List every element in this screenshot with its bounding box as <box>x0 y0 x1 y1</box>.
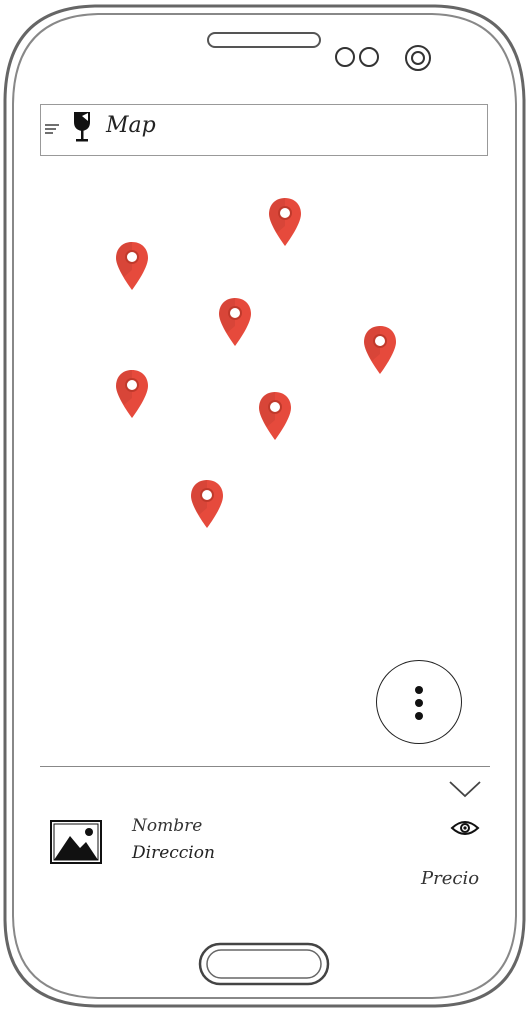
eye-icon[interactable] <box>450 818 480 838</box>
place-name: Nombre <box>132 816 203 836</box>
map-pin-icon[interactable] <box>257 390 293 442</box>
wine-glass-icon <box>74 112 90 142</box>
hamburger-menu-icon[interactable] <box>44 122 60 136</box>
map-pin-icon[interactable] <box>114 240 150 292</box>
place-address: Direccion <box>132 843 215 863</box>
sensor-icon <box>335 47 379 67</box>
speaker-grille <box>207 32 321 48</box>
map-pin-icon[interactable] <box>217 296 253 348</box>
panel-divider <box>40 766 490 767</box>
image-placeholder-icon <box>50 820 102 864</box>
place-price: Precio <box>421 868 480 889</box>
page-title: Map <box>106 113 156 138</box>
map-pin-icon[interactable] <box>267 196 303 248</box>
home-button[interactable] <box>198 942 330 986</box>
camera-icon <box>405 45 431 71</box>
map-pin-icon[interactable] <box>362 324 398 376</box>
chevron-down-icon[interactable] <box>448 778 482 800</box>
map-pin-icon[interactable] <box>114 368 150 420</box>
map-pin-icon[interactable] <box>189 478 225 530</box>
more-options-button[interactable] <box>376 660 462 744</box>
